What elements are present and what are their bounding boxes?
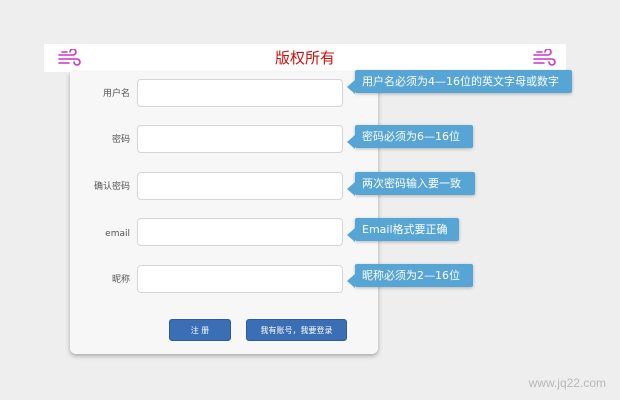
wind-icon xyxy=(533,49,556,66)
username-tip: 用户名必须为4—16位的英文字母或数字 xyxy=(347,70,572,94)
register-button[interactable]: 注 册 xyxy=(169,319,231,341)
username-label: 用户名 xyxy=(102,89,130,99)
email-label: email xyxy=(105,229,130,239)
password-input[interactable] xyxy=(137,125,343,153)
watermark: www.jq22.com xyxy=(528,376,606,390)
registration-form: 用户名 密码 确认密码 email 昵称 注 册 我有账号，我要登录 xyxy=(70,72,378,354)
confirm-password-input[interactable] xyxy=(137,172,343,200)
confirm-password-label: 确认密码 xyxy=(93,182,130,192)
header-banner: 版权所有 xyxy=(44,44,566,72)
nickname-input[interactable] xyxy=(137,265,343,293)
email-tip: Email格式要正确 xyxy=(347,218,459,242)
confirm-password-tip: 两次密码输入要一致 xyxy=(347,172,475,196)
password-label: 密码 xyxy=(111,135,130,145)
page-title: 版权所有 xyxy=(274,49,335,67)
password-tip: 密码必须为6—16位 xyxy=(347,125,473,149)
login-button[interactable]: 我有账号，我要登录 xyxy=(246,319,347,341)
email-input[interactable] xyxy=(137,218,343,246)
nickname-label: 昵称 xyxy=(111,275,130,285)
nickname-tip: 昵称必须为2—16位 xyxy=(347,264,473,288)
username-input[interactable] xyxy=(137,79,343,107)
